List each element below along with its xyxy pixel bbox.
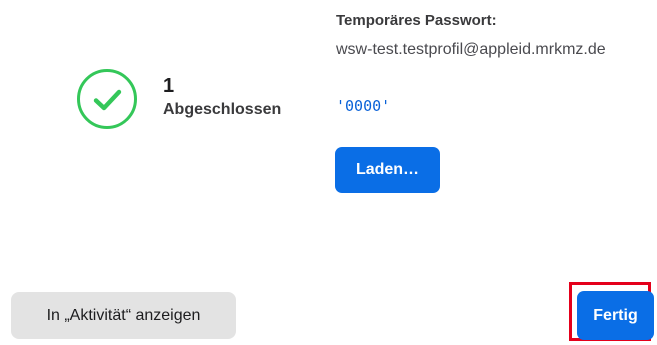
- checkmark-circle-icon: [77, 69, 137, 129]
- temporary-password-heading: Temporäres Passwort:: [336, 12, 497, 29]
- completed-count: 1: [163, 75, 175, 97]
- completion-status: 1 Abgeschlossen: [76, 68, 306, 130]
- done-button[interactable]: Fertig: [577, 291, 654, 340]
- show-in-activity-button[interactable]: In „Aktivität“ anzeigen: [11, 292, 236, 339]
- account-email: wsw-test.testprofil@appleid.mrkmz.de: [336, 41, 606, 58]
- temporary-password-value: '0000': [336, 97, 391, 115]
- load-button[interactable]: Laden…: [335, 147, 440, 193]
- completed-status-label: Abgeschlossen: [163, 101, 282, 118]
